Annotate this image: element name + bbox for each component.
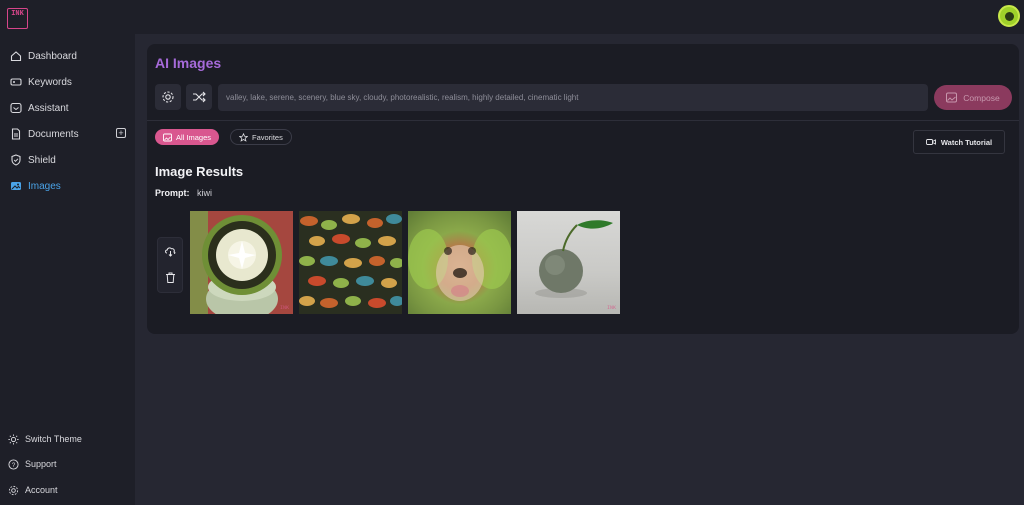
watermark: INK [606,305,616,311]
page-title: AI Images [155,55,222,71]
shuffle-button[interactable] [186,84,212,110]
blurry-dog-face-art [408,229,511,301]
watch-tutorial-label: Watch Tutorial [940,137,993,147]
svg-text:?: ? [12,461,16,468]
switch-theme-button[interactable]: Switch Theme [8,431,82,447]
kiwi-slice-cup-art [190,211,293,314]
watermark: INK [279,305,289,311]
sidebar-item-shield[interactable]: Shield [10,150,132,170]
prompt-value: kiwi [197,188,212,198]
filter-all-label: All Images [176,132,212,142]
divider [147,120,1019,121]
sidebar-item-label: Assistant [28,102,69,114]
compose-label: Compose [963,92,1000,103]
sidebar-item-assistant[interactable]: Assistant [10,98,132,118]
abstract-kiwi-pattern-image[interactable] [299,211,402,314]
kiwi-slice-cup-image[interactable]: INK [190,211,293,314]
user-avatar[interactable] [998,5,1020,27]
account-link[interactable]: Account [8,482,58,498]
sidebar-item-label: Shield [28,154,56,166]
sidebar: Dashboard Keywords Assistant Documents +… [0,34,135,505]
app-logo[interactable]: INK [7,8,28,29]
gear-icon [8,485,19,495]
image-compose-icon [946,92,958,103]
kiwi-fruit-leaf-image[interactable]: INK [517,211,620,314]
watch-tutorial-button[interactable]: Watch Tutorial [913,130,1005,154]
shield-icon [11,154,21,166]
sidebar-item-label: Images [28,180,61,192]
blurry-dog-face-kiwi-image[interactable] [408,211,511,314]
support-link[interactable]: ? Support [8,456,57,472]
home-icon [10,51,22,62]
settings-button[interactable] [155,84,181,110]
chat-icon [10,102,22,114]
document-icon [11,128,21,140]
sidebar-item-images[interactable]: Images [10,176,132,196]
help-icon: ? [8,458,19,470]
switch-theme-label: Switch Theme [25,434,82,444]
key-icon [10,78,22,86]
filter-favorites[interactable]: Favorites [230,129,292,145]
add-document-icon[interactable]: + [116,128,126,138]
sidebar-item-documents[interactable]: Documents + [10,124,132,144]
images-icon [163,133,172,141]
trash-icon[interactable] [164,271,177,284]
sidebar-item-label: Documents [28,128,79,140]
sidebar-item-label: Dashboard [28,50,77,62]
filter-all-images[interactable]: All Images [155,129,220,145]
support-label: Support [25,459,57,469]
sidebar-item-dashboard[interactable]: Dashboard [10,46,132,66]
results-title: Image Results [155,164,244,179]
gear-icon [162,91,174,103]
filter-favorites-label: Favorites [252,132,283,142]
prompt-input[interactable] [218,84,928,111]
prompt-label: Prompt: [155,188,190,198]
compose-button[interactable]: Compose [934,85,1012,110]
top-bar: INK [0,0,1024,34]
cloud-download-icon[interactable] [164,245,177,258]
abstract-kiwi-pattern-art [299,211,402,314]
image-actions [157,237,183,293]
account-label: Account [25,485,58,495]
shuffle-icon [193,91,206,103]
sun-icon [8,433,19,445]
star-icon [239,132,248,142]
video-icon [925,139,936,145]
sidebar-item-label: Keywords [28,76,72,88]
kiwi-fruit-leaf-art [535,220,613,298]
sidebar-item-keywords[interactable]: Keywords [10,72,132,92]
images-icon [11,182,21,190]
